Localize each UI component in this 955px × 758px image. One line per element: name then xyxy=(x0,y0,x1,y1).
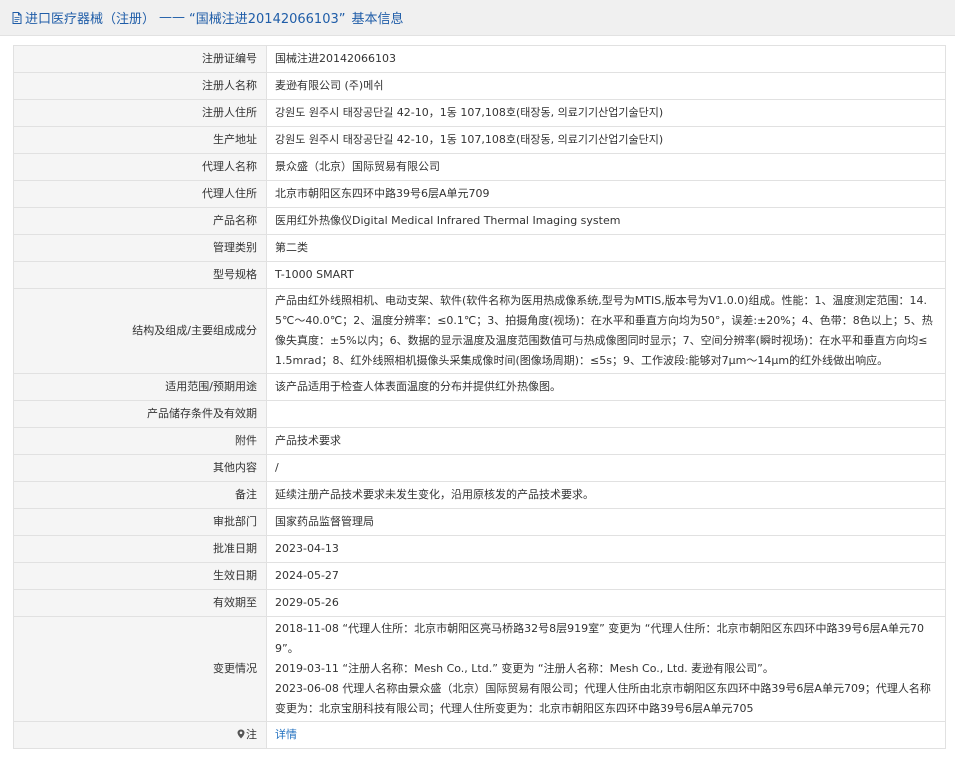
details-link[interactable]: 详情 xyxy=(275,728,297,741)
row-label: 注册证编号 xyxy=(13,45,267,73)
table-row: 型号规格 T-1000 SMART xyxy=(13,261,946,289)
row-value: / xyxy=(266,454,946,482)
row-value: 2023-04-13 xyxy=(266,535,946,563)
row-label: 备注 xyxy=(13,481,267,509)
note-label-cell: 注 xyxy=(13,721,267,749)
row-value: 国家药品监督管理局 xyxy=(266,508,946,536)
table-row: 代理人名称 景众盛（北京）国际贸易有限公司 xyxy=(13,153,946,181)
row-value: 该产品适用于检查人体表面温度的分布并提供红外热像图。 xyxy=(266,373,946,401)
info-table-wrapper: 注册证编号 国械注进20142066103 注册人名称 麦逊有限公司 (주)메쉬 注册人… xyxy=(13,45,946,749)
row-value: 延续注册产品技术要求未发生变化，沿用原核发的产品技术要求。 xyxy=(266,481,946,509)
table-row: 注册人住所 강원도 원주시 태장공단길 42-10，1동 107,108호(태장동… xyxy=(13,99,946,127)
table-row-changes: 变更情况 2018-11-08 “代理人住所：北京市朝阳区亮马桥路32号8层919… xyxy=(13,616,946,722)
row-label: 生产地址 xyxy=(13,126,267,154)
table-row: 其他内容 / xyxy=(13,454,946,482)
table-row: 批准日期 2023-04-13 xyxy=(13,535,946,563)
row-label: 注册人名称 xyxy=(13,72,267,100)
header-category[interactable]: 进口医疗器械（注册） xyxy=(25,8,155,27)
table-row: 管理类别 第二类 xyxy=(13,234,946,262)
document-icon xyxy=(12,11,22,24)
table-row: 适用范围/预期用途 该产品适用于检查人体表面温度的分布并提供红外热像图。 xyxy=(13,373,946,401)
table-row: 审批部门 国家药品监督管理局 xyxy=(13,508,946,536)
row-label: 其他内容 xyxy=(13,454,267,482)
change-entry: 2019-03-11 “注册人名称：Mesh Co., Ltd.” 变更为 “注… xyxy=(275,662,774,675)
location-pin-icon xyxy=(237,729,245,739)
row-label: 适用范围/预期用途 xyxy=(13,373,267,401)
table-row: 产品名称 医用红外热像仪Digital Medical Infrared Ther… xyxy=(13,207,946,235)
change-entry: 2018-11-08 “代理人住所：北京市朝阳区亮马桥路32号8层919室” 变… xyxy=(275,622,925,655)
change-entry: 2023-06-08 代理人名称由景众盛（北京）国际贸易有限公司；代理人住所由北… xyxy=(275,682,931,715)
row-value: 麦逊有限公司 (주)메쉬 xyxy=(266,72,946,100)
row-value: 北京市朝阳区东四环中路39号6层A单元709 xyxy=(266,180,946,208)
row-value: 产品由红外线照相机、电动支架、软件(软件名称为医用热成像系统,型号为MTIS,版… xyxy=(266,288,946,374)
row-value: 第二类 xyxy=(266,234,946,262)
row-value: 2024-05-27 xyxy=(266,562,946,590)
row-value: 国械注进20142066103 xyxy=(266,45,946,73)
row-label: 生效日期 xyxy=(13,562,267,590)
row-label: 代理人住所 xyxy=(13,180,267,208)
row-label: 批准日期 xyxy=(13,535,267,563)
page-title: “国械注进20142066103” xyxy=(189,12,346,27)
row-label: 代理人名称 xyxy=(13,153,267,181)
row-value: 景众盛（北京）国际贸易有限公司 xyxy=(266,153,946,181)
table-row: 注册人名称 麦逊有限公司 (주)메쉬 xyxy=(13,72,946,100)
table-row: 备注 延续注册产品技术要求未发生变化，沿用原核发的产品技术要求。 xyxy=(13,481,946,509)
row-label: 管理类别 xyxy=(13,234,267,262)
row-value: 医用红外热像仪Digital Medical Infrared Thermal … xyxy=(266,207,946,235)
row-label: 产品名称 xyxy=(13,207,267,235)
row-label: 附件 xyxy=(13,427,267,455)
row-label: 产品储存条件及有效期 xyxy=(13,400,267,428)
row-value: T-1000 SMART xyxy=(266,261,946,289)
info-table: 注册证编号 国械注进20142066103 注册人名称 麦逊有限公司 (주)메쉬 注册人… xyxy=(13,45,946,749)
info-table-body: 注册证编号 国械注进20142066103 注册人名称 麦逊有限公司 (주)메쉬 注册人… xyxy=(13,45,946,749)
row-label: 注册人住所 xyxy=(13,99,267,127)
table-row: 注册证编号 国械注进20142066103 xyxy=(13,45,946,73)
table-row: 生效日期 2024-05-27 xyxy=(13,562,946,590)
changes-value: 2018-11-08 “代理人住所：北京市朝阳区亮马桥路32号8层919室” 变… xyxy=(266,616,946,722)
table-row: 代理人住所 北京市朝阳区东四环中路39号6层A单元709 xyxy=(13,180,946,208)
header-dash: —— xyxy=(159,10,186,25)
table-row: 有效期至 2029-05-26 xyxy=(13,589,946,617)
row-value: 产品技术要求 xyxy=(266,427,946,455)
table-row: 结构及组成/主要组成成分 产品由红外线照相机、电动支架、软件(软件名称为医用热成像… xyxy=(13,288,946,374)
page-subtitle: 基本信息 xyxy=(351,12,404,27)
row-label: 结构及组成/主要组成成分 xyxy=(13,288,267,374)
table-row: 产品储存条件及有效期 xyxy=(13,400,946,428)
changes-label: 变更情况 xyxy=(13,616,267,722)
row-label: 型号规格 xyxy=(13,261,267,289)
table-row: 生产地址 강원도 원주시 태장공단길 42-10，1동 107,108호(태장동,… xyxy=(13,126,946,154)
table-row: 附件 产品技术要求 xyxy=(13,427,946,455)
row-value: 2029-05-26 xyxy=(266,589,946,617)
note-value: 详情 xyxy=(266,721,946,749)
table-row-note: 注 详情 xyxy=(13,721,946,749)
row-value: 강원도 원주시 태장공단길 42-10，1동 107,108호(태장동, 의료기… xyxy=(266,99,946,127)
row-value xyxy=(266,400,946,428)
note-label: 注 xyxy=(246,728,257,741)
page-header: 进口医疗器械（注册） —— “国械注进20142066103” 基本信息 xyxy=(0,0,955,36)
row-value: 강원도 원주시 태장공단길 42-10，1동 107,108호(태장동, 의료기… xyxy=(266,126,946,154)
row-label: 审批部门 xyxy=(13,508,267,536)
row-label: 有效期至 xyxy=(13,589,267,617)
